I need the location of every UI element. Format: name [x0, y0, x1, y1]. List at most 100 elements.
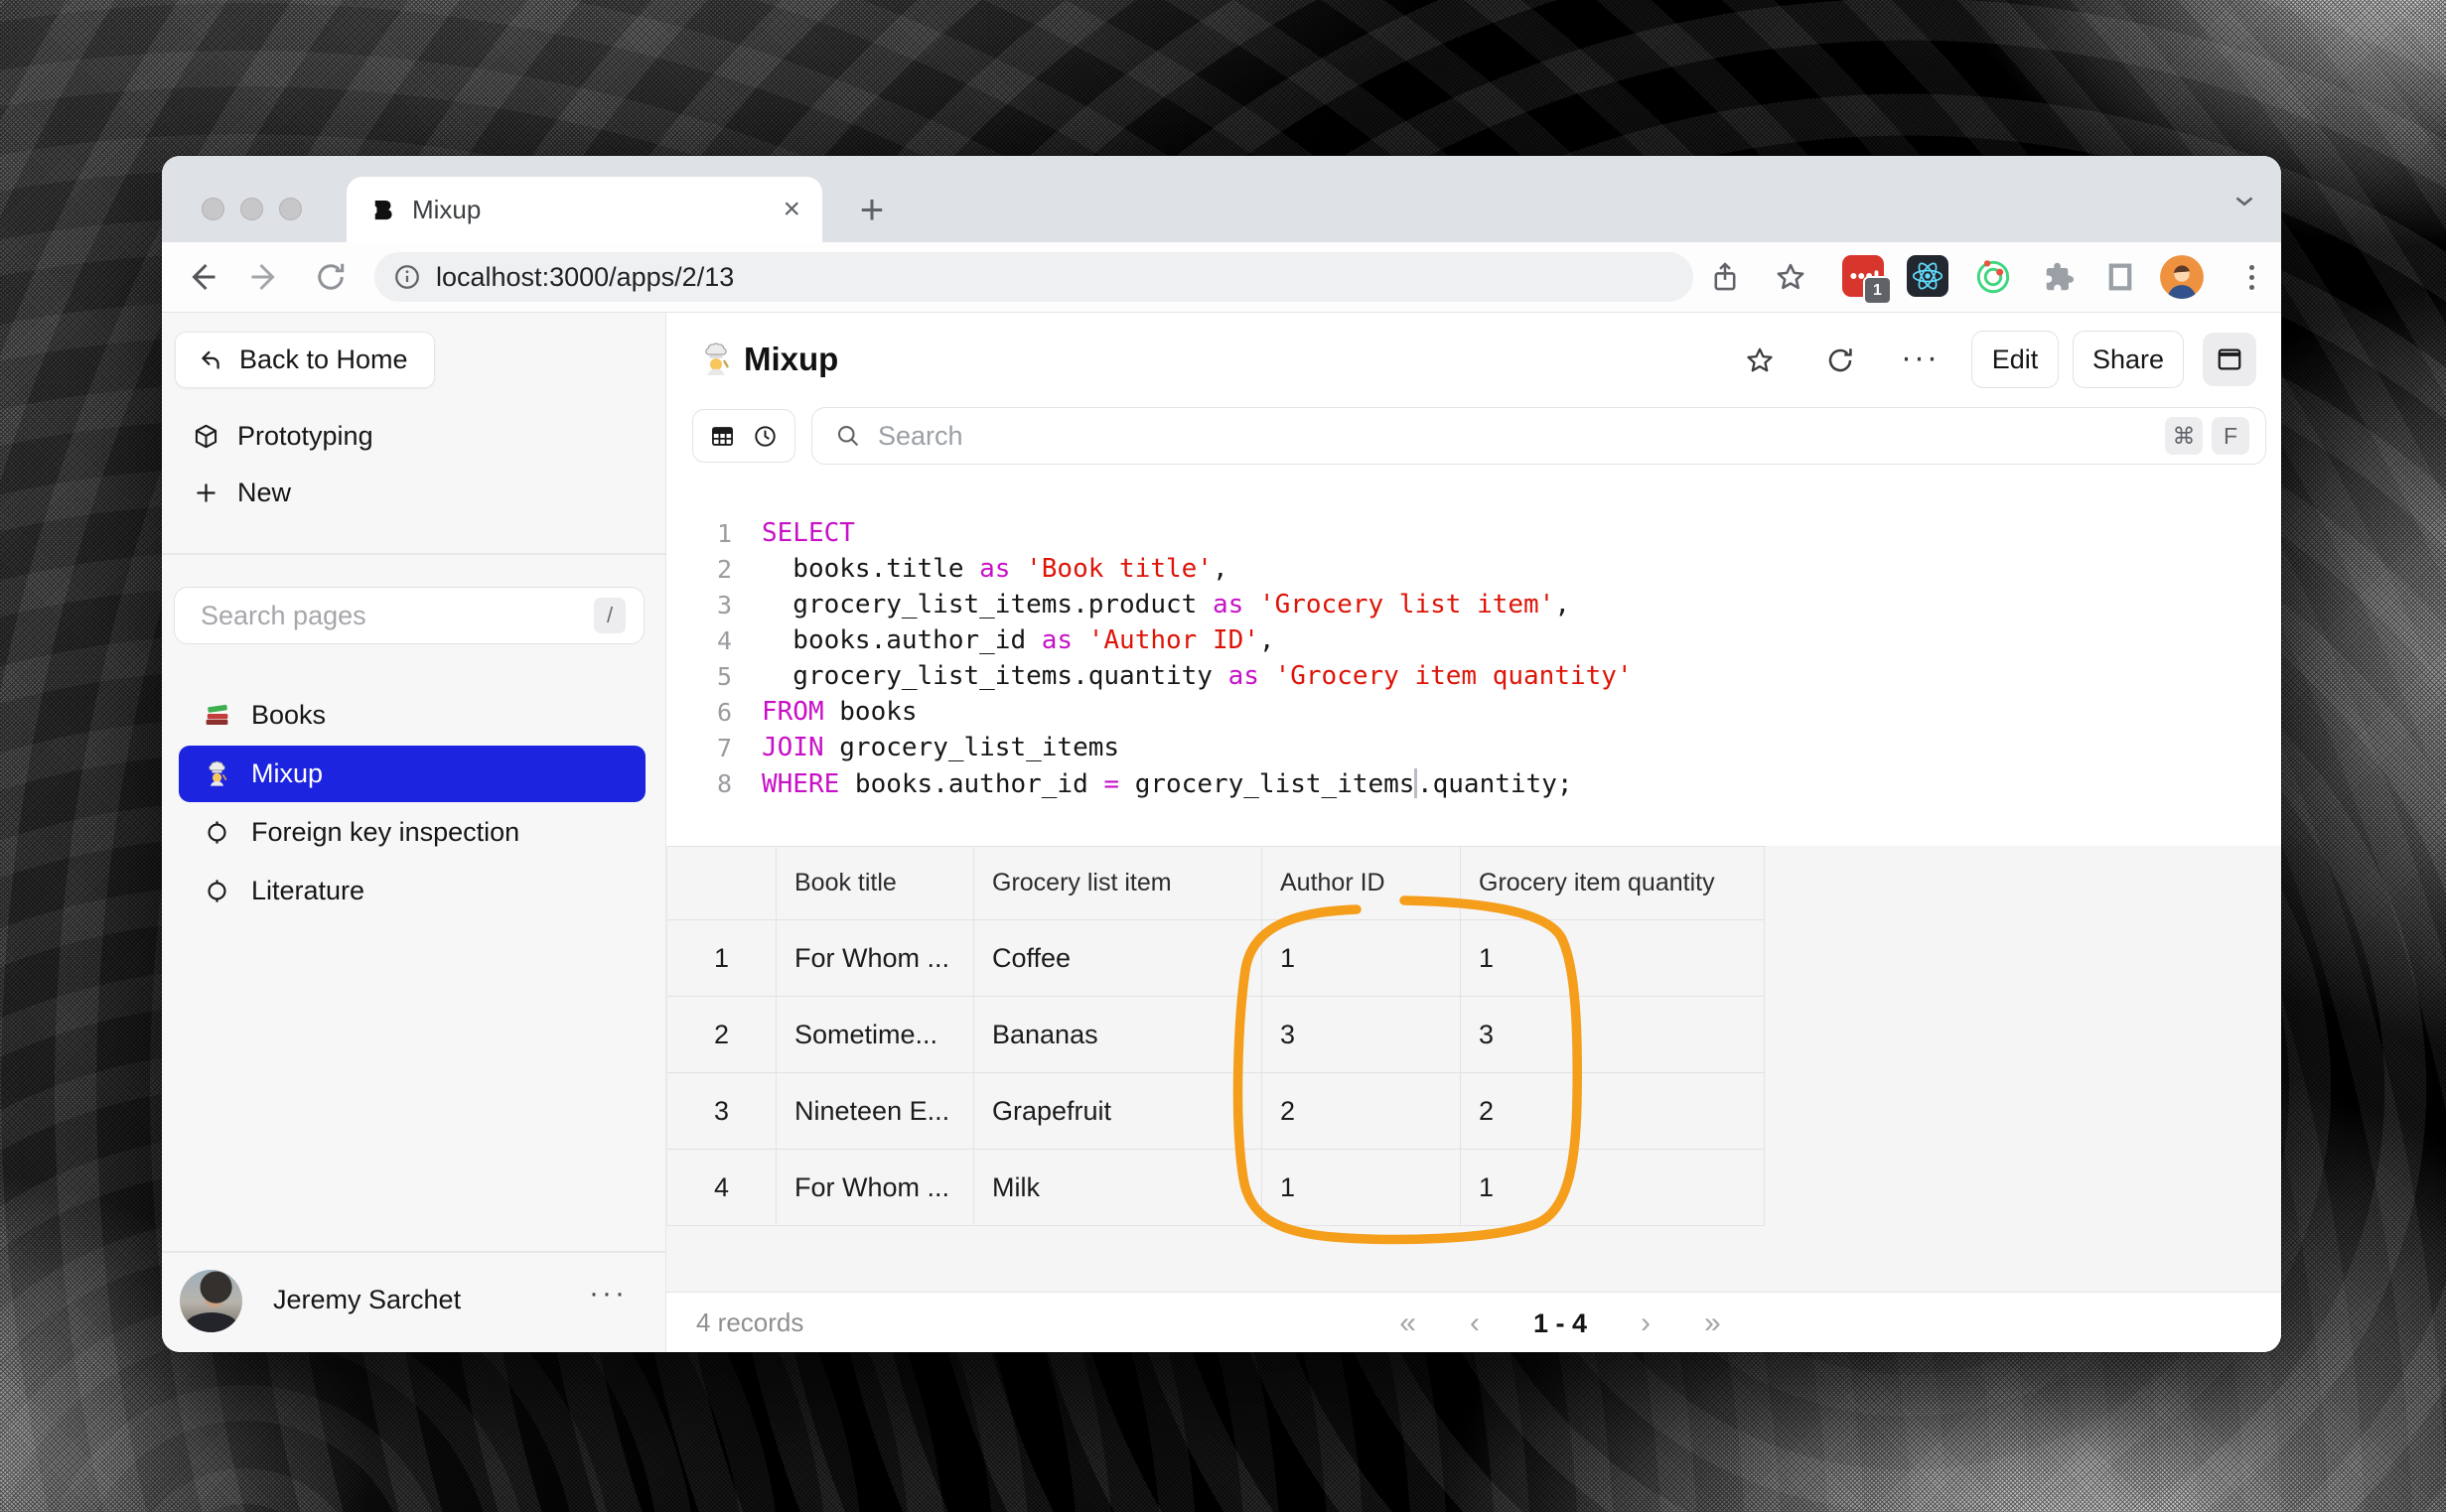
- table-cell[interactable]: Sometime...: [777, 997, 974, 1073]
- table-cell[interactable]: Milk: [974, 1150, 1262, 1226]
- table-cell[interactable]: 1: [1461, 920, 1765, 997]
- reading-list-panel-icon[interactable]: [2098, 255, 2142, 299]
- sql-line[interactable]: 1 SELECT: [666, 515, 2281, 551]
- site-info-icon[interactable]: [392, 262, 422, 292]
- sql-line[interactable]: 4 books.author_id as 'Author ID',: [666, 622, 2281, 658]
- view-switcher[interactable]: [692, 409, 795, 463]
- table-cell[interactable]: Nineteen E...: [777, 1073, 974, 1150]
- forward-icon[interactable]: [247, 259, 283, 295]
- orbit-extension-icon[interactable]: [1971, 255, 2015, 299]
- sql-token: ,: [1554, 590, 1570, 619]
- browser-profile-avatar[interactable]: [2160, 255, 2204, 299]
- back-to-home-button[interactable]: Back to Home: [175, 332, 435, 388]
- more-options-icon[interactable]: ···: [1901, 339, 1940, 376]
- table-row[interactable]: 1 For Whom ... Coffee 1 1: [667, 920, 1766, 997]
- column-header[interactable]: Grocery item quantity: [1461, 847, 1765, 920]
- row-number[interactable]: 1: [667, 920, 777, 997]
- sql-token: .quantity;: [1416, 768, 1573, 799]
- search-pages-input[interactable]: Search pages /: [174, 587, 645, 644]
- table-cell[interactable]: Coffee: [974, 920, 1262, 997]
- avatar: [180, 1270, 242, 1332]
- chevron-down-icon[interactable]: [2230, 186, 2259, 215]
- edit-button[interactable]: Edit: [1971, 331, 2059, 388]
- tab-close-icon[interactable]: ×: [783, 195, 800, 224]
- sidebar-item-foreign-key-inspection[interactable]: Foreign key inspection: [179, 804, 646, 861]
- favorite-star-icon[interactable]: [1744, 344, 1776, 376]
- table-cell[interactable]: For Whom ...: [777, 1150, 974, 1226]
- sql-line[interactable]: 8 WHERE books.author_id = grocery_list_it…: [666, 765, 2281, 801]
- reload-icon[interactable]: [313, 259, 349, 295]
- user-menu-icon[interactable]: ···: [589, 1277, 628, 1310]
- history-clock-icon[interactable]: [752, 423, 779, 450]
- sql-token: grocery_list_items.quantity: [762, 661, 1228, 691]
- table-cell[interactable]: 1: [1461, 1150, 1765, 1226]
- row-number[interactable]: 3: [667, 1073, 777, 1150]
- back-icon[interactable]: [184, 259, 219, 295]
- table-cell[interactable]: 1: [1262, 1150, 1461, 1226]
- sql-line[interactable]: 7 JOIN grocery_list_items: [666, 730, 2281, 765]
- search-input[interactable]: Search ⌘ F: [811, 407, 2266, 465]
- window-zoom-button[interactable]: [279, 198, 302, 220]
- toggle-panel-button[interactable]: [2203, 333, 2256, 386]
- app-root: Back to Home Prototyping New Search page…: [162, 313, 2281, 1352]
- sidebar-item-books[interactable]: Books: [179, 687, 646, 744]
- row-number[interactable]: 2: [667, 997, 777, 1073]
- table-cell[interactable]: Bananas: [974, 997, 1262, 1073]
- row-number[interactable]: 4: [667, 1150, 777, 1226]
- table-view-icon[interactable]: [709, 423, 736, 450]
- sql-token: books: [823, 697, 918, 727]
- browser-tab[interactable]: Mixup ×: [347, 177, 822, 242]
- window-minimize-button[interactable]: [240, 198, 263, 220]
- f-key-badge: F: [2212, 417, 2249, 455]
- table-row[interactable]: 4 For Whom ... Milk 1 1: [667, 1150, 1766, 1226]
- window-close-button[interactable]: [202, 198, 224, 220]
- last-page-icon[interactable]: »: [1704, 1306, 1721, 1340]
- sql-line[interactable]: 3 grocery_list_items.product as 'Grocery…: [666, 587, 2281, 622]
- table-row[interactable]: 2 Sometime... Bananas 3 3: [667, 997, 1766, 1073]
- sql-code: books.author_id as 'Author ID',: [762, 625, 1274, 655]
- table-cell[interactable]: 2: [1262, 1073, 1461, 1150]
- chef-icon: [705, 343, 729, 375]
- table-cell[interactable]: 3: [1461, 997, 1765, 1073]
- browser-menu-icon[interactable]: [2230, 255, 2273, 299]
- sql-line[interactable]: 2 books.title as 'Book title',: [666, 551, 2281, 587]
- table-cell[interactable]: 2: [1461, 1073, 1765, 1150]
- line-number: 5: [716, 661, 732, 691]
- sidebar-item-literature[interactable]: Literature: [179, 863, 646, 919]
- table-row[interactable]: 3 Nineteen E... Grapefruit 2 2: [667, 1073, 1766, 1150]
- column-header[interactable]: Grocery list item: [974, 847, 1262, 920]
- password-manager-extension-icon[interactable]: 1: [1842, 255, 1892, 305]
- record-count: 4 records: [696, 1307, 804, 1337]
- refresh-icon[interactable]: [1824, 344, 1856, 376]
- address-bar[interactable]: localhost:3000/apps/2/13: [374, 252, 1693, 302]
- table-cell[interactable]: Grapefruit: [974, 1073, 1262, 1150]
- view-toolbar: Search ⌘ F: [666, 406, 2281, 476]
- return-arrow-icon: [202, 350, 219, 369]
- sidebar-item-new[interactable]: New: [175, 466, 651, 519]
- sidebar-item-mixup[interactable]: Mixup: [179, 746, 646, 802]
- page-icon: [203, 877, 231, 905]
- column-header[interactable]: Author ID: [1262, 847, 1461, 920]
- next-page-icon[interactable]: ›: [1641, 1306, 1651, 1340]
- prev-page-icon[interactable]: ‹: [1470, 1306, 1480, 1340]
- extensions-puzzle-icon[interactable]: [2036, 255, 2080, 299]
- react-devtools-extension-icon[interactable]: [1907, 255, 1948, 297]
- sql-token: as: [1041, 625, 1074, 655]
- column-header[interactable]: Book title: [777, 847, 974, 920]
- cmd-key-badge: ⌘: [2165, 417, 2203, 455]
- sql-editor[interactable]: 1 SELECT 2 books.title as 'Book title', 3 g…: [666, 476, 2281, 846]
- share-button[interactable]: Share: [2073, 331, 2184, 388]
- first-page-icon[interactable]: «: [1399, 1306, 1416, 1340]
- table-cell[interactable]: For Whom ...: [777, 920, 974, 997]
- table-cell[interactable]: 1: [1262, 920, 1461, 997]
- bookmark-star-icon[interactable]: [1769, 255, 1812, 299]
- table-cell[interactable]: 3: [1262, 997, 1461, 1073]
- sidebar-item-prototyping[interactable]: Prototyping: [175, 409, 651, 463]
- sql-line[interactable]: 5 grocery_list_items.quantity as 'Grocer…: [666, 658, 2281, 694]
- sidebar-item-label: Mixup: [251, 758, 324, 788]
- books-icon: [203, 701, 231, 730]
- sql-line[interactable]: 6 FROM books: [666, 694, 2281, 730]
- share-icon[interactable]: [1703, 255, 1747, 299]
- new-tab-button[interactable]: +: [845, 183, 899, 236]
